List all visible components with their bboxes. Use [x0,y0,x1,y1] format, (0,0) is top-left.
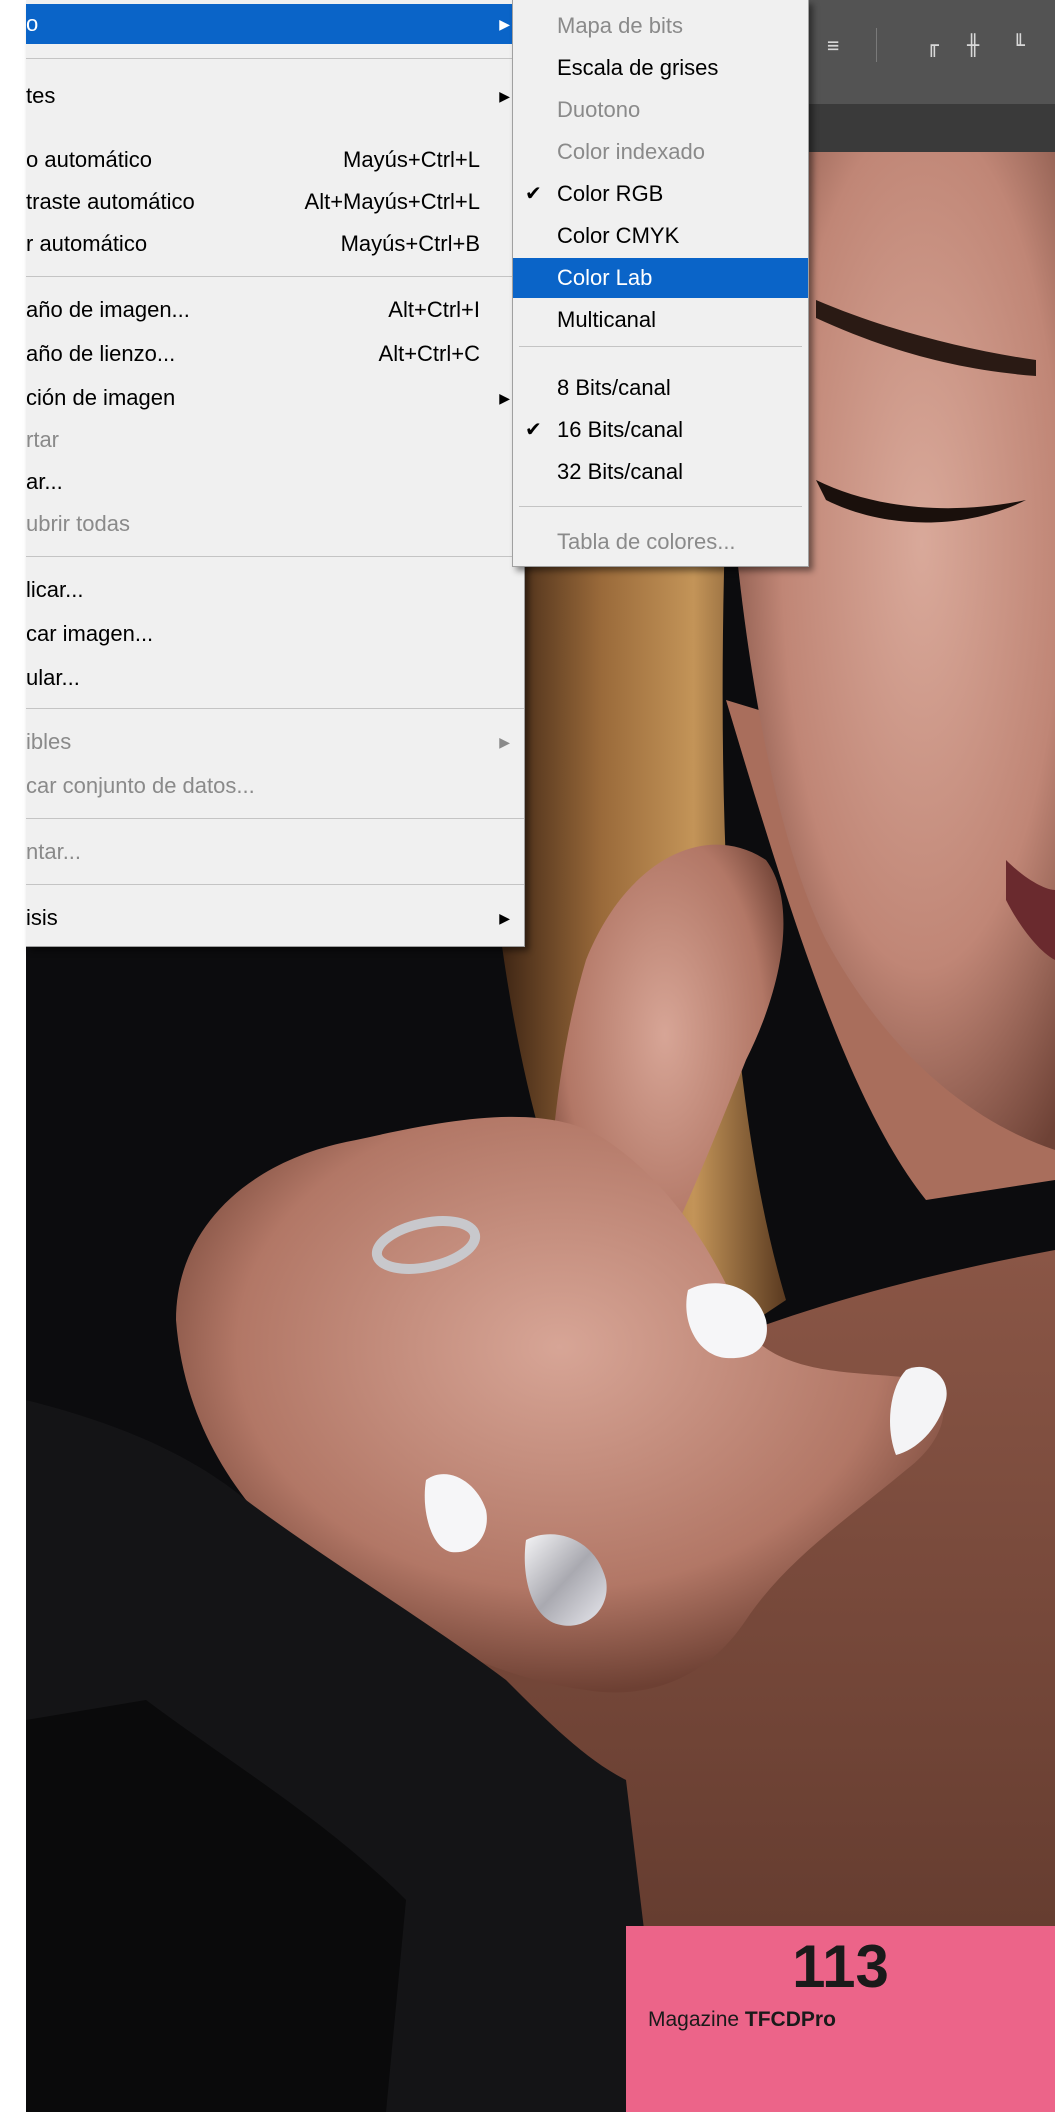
menu-item-label: licar... [26,577,84,602]
menu-item-label: 32 Bits/canal [557,459,683,484]
menu-item-shortcut: Alt+Ctrl+C [378,341,480,366]
image-menu-item[interactable]: ción de imagen ▶ [26,378,524,418]
options-bar-second-row [806,104,1055,152]
submenu-arrow-icon: ▶ [499,16,510,32]
magazine-label: Magazine [648,2008,740,2031]
menu-item-label: o [26,11,39,36]
menu-item-label: isis [26,905,58,930]
menu-item-label: r automático [26,231,148,256]
menu-item-label: Color indexado [557,139,705,164]
menu-item-label: ar... [26,469,63,494]
page-badge: 113 Magazine TFCDPro [626,1926,1055,2112]
menu-item-label: tes [26,83,56,108]
align-bottom-icon[interactable]: ╙ [1002,30,1036,60]
mode-submenu-item[interactable]: 8 Bits/canal [513,368,808,408]
menu-item-label: traste automático [26,189,195,214]
mode-submenu-item[interactable]: Escala de grises [513,48,808,88]
left-margin [0,0,26,2112]
image-menu-item: ibles ▶ [26,722,524,762]
image-menu-item: ntar... [26,832,524,872]
image-menu-item: car conjunto de datos... [26,766,524,806]
image-menu-item[interactable]: licar... [26,570,524,610]
submenu-arrow-icon: ▶ [499,88,510,104]
options-bar: ≡ ╓ ╫ ╙ [806,0,1055,152]
image-menu-item[interactable]: año de imagen... Alt+Ctrl+I [26,290,524,330]
menu-separator [26,276,524,277]
mode-submenu-item: Duotono [513,90,808,130]
menu-item-label: Color CMYK [557,223,680,248]
menu-item-label: Escala de grises [557,55,719,80]
menu-separator [26,58,524,59]
menu-item-label: rtar [26,427,59,452]
checkmark-icon: ✔ [525,419,542,441]
menu-item-shortcut: Alt+Ctrl+I [388,297,480,322]
mode-submenu-item[interactable]: ✔ 16 Bits/canal [513,410,808,450]
menu-item-label: ibles [26,729,72,754]
image-menu-item[interactable]: ar... [26,462,524,502]
align-middle-icon[interactable]: ╫ [956,30,990,60]
submenu-arrow-icon: ▶ [499,910,510,926]
mode-submenu-item: Color indexado [513,132,808,172]
menu-item-label: car imagen... [26,621,154,646]
menu-item-label: car conjunto de datos... [26,773,255,798]
menu-item-label: Color RGB [557,181,664,206]
image-menu-item[interactable]: traste automático Alt+Mayús+Ctrl+L [26,182,524,222]
toolbar-separator [876,28,877,62]
menu-separator [519,346,802,347]
magazine-brand: TFCDPro [744,2008,836,2031]
menu-item-label: Tabla de colores... [557,529,736,554]
image-menu-item[interactable]: o automático Mayús+Ctrl+L [26,140,524,180]
mode-submenu-item: Tabla de colores... [513,522,808,562]
menu-separator [26,556,524,557]
mode-submenu-item[interactable]: ✔ Color RGB [513,174,808,214]
image-menu-item: ubrir todas [26,504,524,544]
menu-item-label: año de imagen... [26,297,190,322]
menu-item-label: ción de imagen [26,385,176,410]
menu-separator [519,506,802,507]
menu-item-label: Color Lab [557,265,653,290]
mode-submenu-item[interactable]: Color CMYK [513,216,808,256]
image-menu-item: rtar [26,420,524,460]
menu-separator [26,818,524,819]
menu-item-label: Duotono [557,97,641,122]
mode-submenu-item[interactable]: 32 Bits/canal [513,452,808,492]
mode-submenu: Mapa de bits Escala de grises Duotono Color… [512,0,809,567]
menu-separator [26,708,524,709]
menu-item-shortcut: Alt+Mayús+Ctrl+L [304,189,480,214]
menu-item-label: 16 Bits/canal [557,417,683,442]
image-menu-item[interactable]: tes ▶ [26,76,524,116]
menu-item-label: año de lienzo... [26,341,176,366]
mode-submenu-item: Mapa de bits [513,6,808,46]
submenu-arrow-icon: ▶ [499,390,510,406]
menu-item-label: Mapa de bits [557,13,683,38]
align-center-icon[interactable]: ≡ [816,30,850,60]
image-menu: o ▶ tes ▶ o automático Mayús+Ctrl+L traste aut… [26,0,525,947]
mode-submenu-item[interactable]: Color Lab [513,258,808,298]
menu-item-label: o automático [26,147,152,172]
image-menu-item[interactable]: año de lienzo... Alt+Ctrl+C [26,334,524,374]
submenu-arrow-icon: ▶ [499,734,510,750]
menu-item-shortcut: Mayús+Ctrl+B [340,231,480,256]
magazine-credit: Magazine TFCDPro [648,2008,836,2032]
image-menu-item[interactable]: ular... [26,658,524,698]
menu-item-label: ubrir todas [26,511,130,536]
menu-item-label: ular... [26,665,80,690]
menu-item-label: ntar... [26,839,82,864]
image-menu-item[interactable]: car imagen... [26,614,524,654]
page: ≡ ╓ ╫ ╙ o ▶ tes ▶ o automático Mayús+Ctrl+L tr… [0,0,1055,2112]
align-top-icon[interactable]: ╓ [916,30,950,60]
menu-item-label: 8 Bits/canal [557,375,671,400]
menu-separator [26,884,524,885]
image-menu-item[interactable]: o ▶ [26,4,524,44]
image-menu-item[interactable]: r automático Mayús+Ctrl+B [26,224,524,264]
checkmark-icon: ✔ [525,183,542,205]
image-menu-item[interactable]: isis ▶ [26,898,524,938]
menu-item-label: Multicanal [557,307,657,332]
page-number: 113 [792,1933,889,2000]
menu-item-shortcut: Mayús+Ctrl+L [343,147,480,172]
mode-submenu-item[interactable]: Multicanal [513,300,808,340]
